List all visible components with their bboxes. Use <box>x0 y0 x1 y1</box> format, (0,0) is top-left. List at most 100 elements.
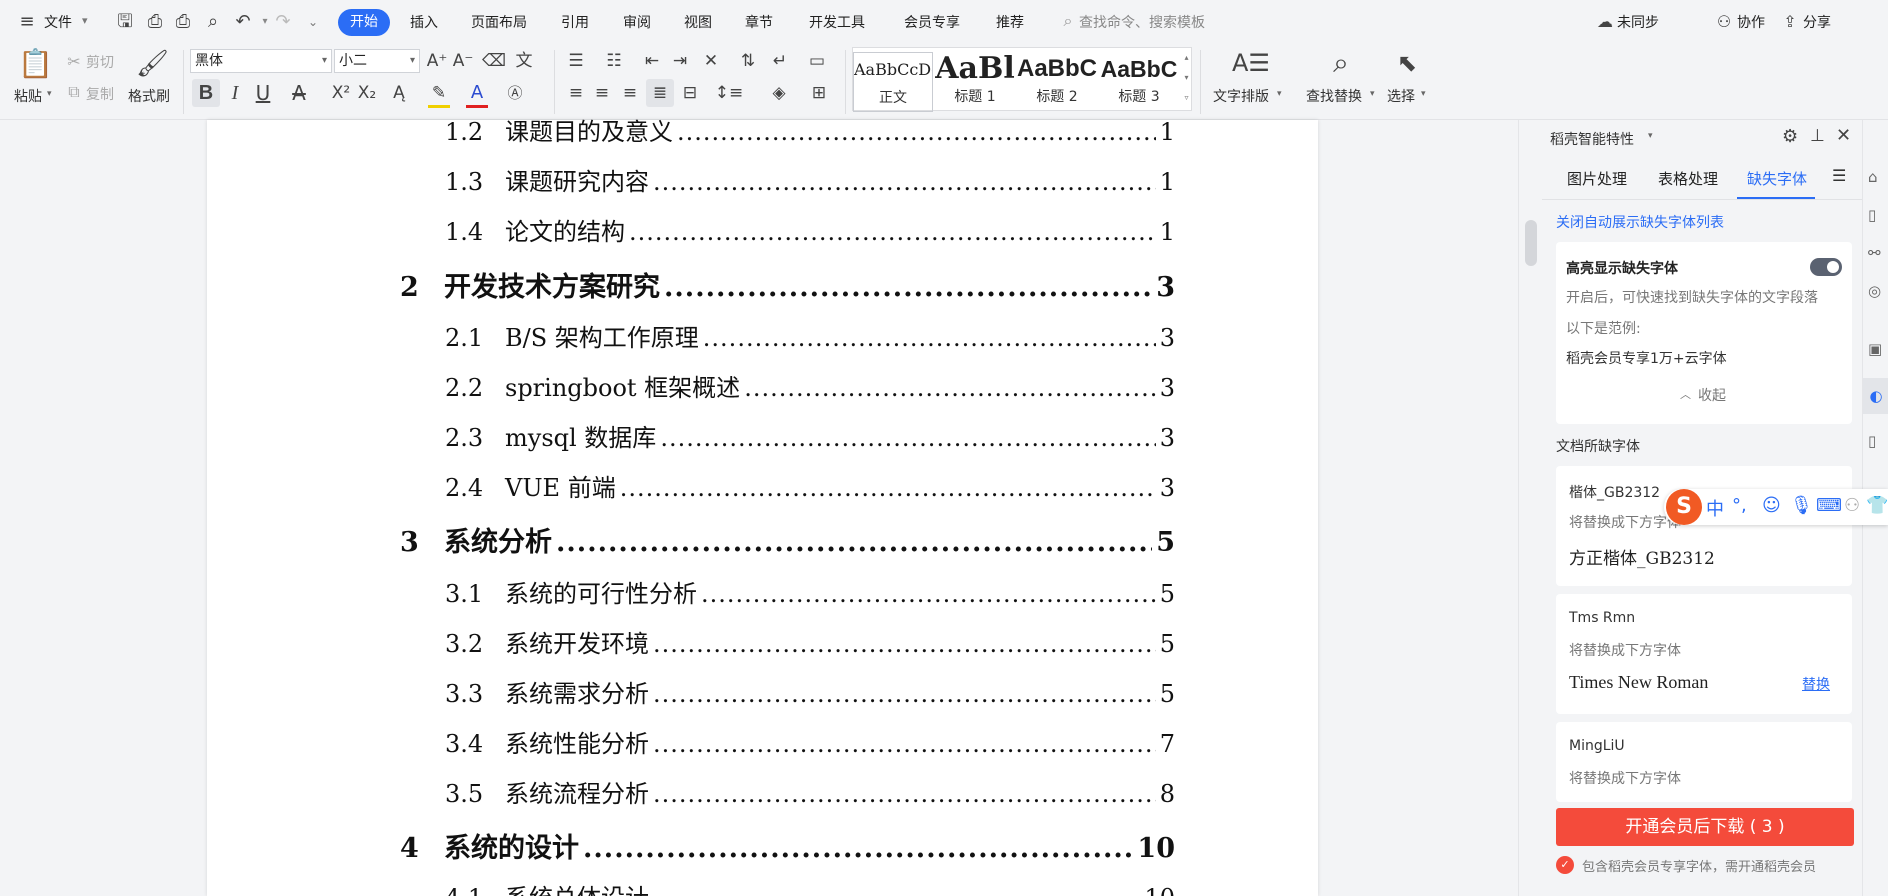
highlight-toggle[interactable] <box>1810 258 1842 276</box>
style-heading-1[interactable]: AaBl 标题 1 <box>935 52 1015 112</box>
decrease-indent-icon[interactable]: ⇤ <box>640 49 664 73</box>
text-layout-icon[interactable]: A☰ <box>1232 48 1270 78</box>
justify-icon[interactable]: ≣ <box>646 79 674 107</box>
bold-icon[interactable]: B <box>192 79 220 107</box>
style-heading-3[interactable]: AaBbC 标题 3 <box>1099 52 1179 112</box>
collapse-button[interactable]: 收起 <box>1698 385 1726 405</box>
tab-insert[interactable]: 插入 <box>410 12 438 32</box>
document-page[interactable]: 1.2 课题目的及意义..............................… <box>207 118 1318 896</box>
chinese-layout-icon[interactable]: ✕ <box>696 49 726 73</box>
style-normal[interactable]: AaBbCcDd 正文 <box>853 52 933 112</box>
toc-entry[interactable]: 2.3 mysql 数据库............................… <box>445 418 1175 453</box>
tab-chapter[interactable]: 章节 <box>745 12 773 32</box>
show-marks-icon[interactable]: ↵ <box>766 49 794 73</box>
tab-review[interactable]: 审阅 <box>623 12 651 32</box>
collapse-chevron-icon[interactable]: ︿ <box>1680 386 1691 402</box>
font-color-icon[interactable]: A <box>466 81 488 108</box>
style-heading-2[interactable]: AaBbC 标题 2 <box>1017 52 1097 112</box>
sogou-logo-icon[interactable]: S <box>1666 489 1702 525</box>
find-replace-button[interactable]: 查找替换 <box>1306 86 1362 106</box>
sidebar-image-icon[interactable]: ▣ <box>1868 340 1882 358</box>
font-size-select[interactable]: 小二 ▾ <box>334 49 420 73</box>
italic-icon[interactable]: I <box>224 81 246 105</box>
toc-entry[interactable]: 2.4 VUE 前端...............................… <box>445 468 1175 503</box>
microphone-icon[interactable]: 🎙 <box>1790 495 1813 516</box>
close-icon[interactable]: ✕ <box>1836 125 1851 146</box>
text-effect-icon[interactable]: Ą <box>388 81 410 105</box>
share-button[interactable]: 分享 <box>1803 12 1831 32</box>
highlight-icon[interactable]: ✎ <box>428 81 450 108</box>
bullet-list-icon[interactable]: ☰ <box>564 49 588 73</box>
strikethrough-icon[interactable]: A <box>288 81 310 105</box>
format-painter-icon[interactable]: 🖌 <box>136 48 169 80</box>
select-button[interactable]: 选择 <box>1387 86 1415 106</box>
toc-entry[interactable]: 3.5 系统流程分析...............................… <box>445 774 1175 809</box>
shrink-font-icon[interactable]: A⁻ <box>452 49 474 73</box>
file-menu[interactable]: 文件 <box>44 12 72 32</box>
increase-indent-icon[interactable]: ⇥ <box>668 49 692 73</box>
clear-format-icon[interactable]: ⌫ <box>482 49 506 73</box>
toc-entry[interactable]: 2.2 springboot 框架概述......................… <box>445 368 1175 403</box>
line-spacing-icon[interactable]: ↕≡ <box>714 81 744 105</box>
collaborate-button[interactable]: 协作 <box>1737 12 1765 32</box>
toc-entry[interactable]: 3.4 系统性能分析...............................… <box>445 724 1175 759</box>
align-left-icon[interactable]: ≡ <box>564 81 588 105</box>
sidebar-page-icon[interactable]: ▯ <box>1868 432 1876 450</box>
sidebar-doc-icon[interactable]: ▯ <box>1868 206 1876 224</box>
style-gallery-scroll[interactable]: ▴ ▾ ▿ <box>1181 48 1192 110</box>
toc-entry[interactable]: 3 系统分析...................................… <box>400 520 1175 559</box>
text-layout-dropdown-icon[interactable]: ▾ <box>1277 89 1282 99</box>
align-center-icon[interactable]: ≡ <box>590 81 614 105</box>
panel-title[interactable]: 稻壳智能特性 <box>1550 129 1634 149</box>
hamburger-menu-icon[interactable]: ≡ <box>16 11 38 33</box>
sidebar-cloud-icon[interactable]: ⌂ <box>1868 168 1878 186</box>
toc-entry[interactable]: 3.1 系统的可行性分析.............................… <box>445 574 1175 609</box>
underline-icon[interactable]: U <box>252 81 274 105</box>
skin-shirt-icon[interactable]: 👕 <box>1866 495 1888 516</box>
replace-button[interactable]: 替换 <box>1802 674 1830 694</box>
format-painter-button[interactable]: 格式刷 <box>128 86 170 106</box>
numbered-list-icon[interactable]: ☷ <box>602 49 626 73</box>
export-pdf-icon[interactable]: ⎙ <box>144 11 166 33</box>
sync-status[interactable]: 未同步 <box>1617 12 1659 32</box>
tab-member[interactable]: 会员专享 <box>904 12 960 32</box>
grow-font-icon[interactable]: A⁺ <box>426 49 448 73</box>
tab-missing-fonts[interactable]: 缺失字体 <box>1747 168 1807 189</box>
tab-references[interactable]: 引用 <box>561 12 589 32</box>
chevron-down-icon[interactable]: ▾ <box>82 14 88 27</box>
tab-page-layout[interactable]: 页面布局 <box>471 12 527 32</box>
more-menu-icon[interactable]: ☰ <box>1832 166 1846 185</box>
print-icon[interactable]: ⎙ <box>172 11 194 33</box>
borders-icon[interactable]: ⊞ <box>804 81 834 105</box>
emoji-icon[interactable]: ☺ <box>1762 495 1781 516</box>
toc-entry[interactable]: 2.1 B/S 架构工作原理...........................… <box>445 318 1175 353</box>
document-scrollbar[interactable] <box>1518 120 1542 896</box>
tab-ruler-icon[interactable]: ▭ <box>804 49 830 73</box>
settings-gear-icon[interactable]: ⚙ <box>1782 126 1798 147</box>
tab-table-processing[interactable]: 表格处理 <box>1658 168 1718 189</box>
select-cursor-icon[interactable]: ⬉ <box>1392 48 1422 78</box>
toc-entry[interactable]: 3.2 系统开发环境...............................… <box>445 624 1175 659</box>
toc-entry[interactable]: 1.2 课题目的及意义..............................… <box>445 112 1175 147</box>
paste-icon[interactable]: 📋 <box>18 48 53 80</box>
ime-punct[interactable]: °, <box>1732 495 1747 516</box>
text-layout-button[interactable]: 文字排版 <box>1213 86 1269 106</box>
ime-lang[interactable]: 中 <box>1706 495 1724 521</box>
more-chevron-icon[interactable]: ⌄ <box>302 11 324 33</box>
panel-title-chevron-icon[interactable]: ▾ <box>1648 131 1653 141</box>
distributed-align-icon[interactable]: ⊟ <box>678 81 702 105</box>
tab-view[interactable]: 视图 <box>684 12 712 32</box>
tab-image-processing[interactable]: 图片处理 <box>1567 168 1627 189</box>
command-search-input[interactable]: 查找命令、搜索模板 <box>1079 12 1205 32</box>
paste-button[interactable]: 粘贴 <box>14 86 42 106</box>
sidebar-smart-icon[interactable]: ◐ <box>1863 378 1888 414</box>
keyboard-icon[interactable]: ⌨ <box>1816 495 1842 516</box>
superscript-icon[interactable]: X² <box>330 81 352 105</box>
toc-entry[interactable]: 4 系统的设计..................................… <box>400 826 1175 865</box>
close-auto-show-link[interactable]: 关闭自动展示缺失字体列表 <box>1556 212 1724 232</box>
undo-icon[interactable]: ↶ <box>232 11 254 33</box>
font-name-select[interactable]: 黑体 ▾ <box>190 49 332 73</box>
tab-developer[interactable]: 开发工具 <box>809 12 865 32</box>
pinyin-guide-icon[interactable]: 文 <box>512 49 536 73</box>
scrollbar-thumb[interactable] <box>1525 220 1537 266</box>
